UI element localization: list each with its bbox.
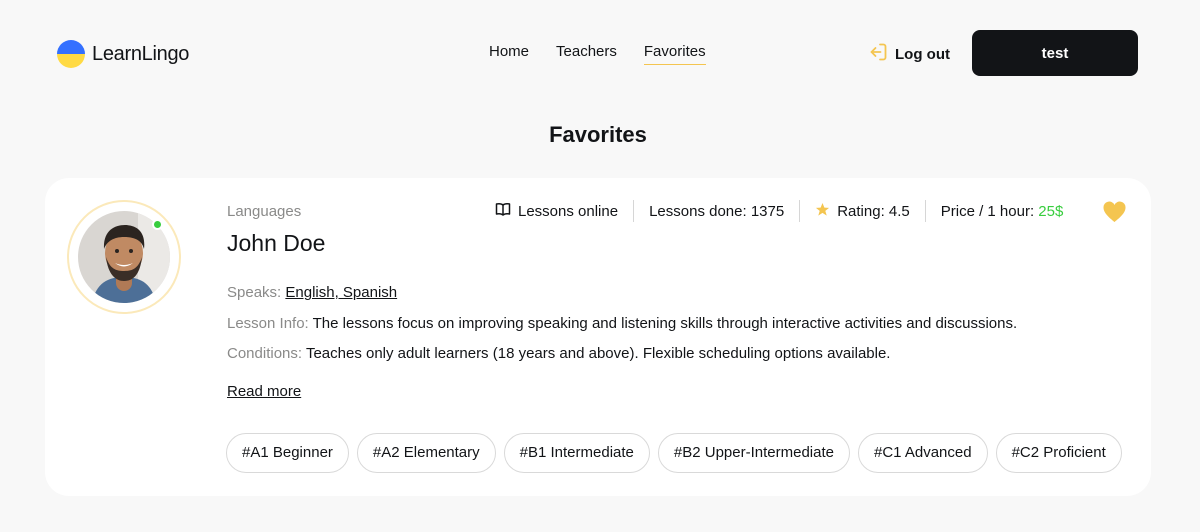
star-icon bbox=[815, 202, 830, 221]
lessons-online-text: Lessons online bbox=[518, 202, 619, 220]
logout-icon bbox=[868, 42, 888, 67]
user-button[interactable]: test bbox=[972, 30, 1138, 76]
lesson-info-label: Lesson Info: bbox=[227, 315, 313, 332]
level-tag[interactable]: #C1 Advanced bbox=[857, 433, 988, 473]
ukraine-flag-icon bbox=[57, 40, 85, 68]
price-label: Price / 1 hour: bbox=[940, 202, 1039, 220]
nav-teachers[interactable]: Teachers bbox=[556, 43, 617, 65]
level-tag[interactable]: #A1 Beginner bbox=[226, 433, 349, 473]
nav-favorites[interactable]: Favorites bbox=[643, 43, 706, 65]
logout-label: Log out bbox=[895, 46, 950, 63]
speaks-line: Speaks: English, Spanish bbox=[227, 284, 397, 301]
read-more-link[interactable]: Read more bbox=[227, 383, 301, 400]
nav-home[interactable]: Home bbox=[489, 43, 529, 65]
logout-button[interactable]: Log out bbox=[868, 42, 950, 67]
lesson-info-value: The lessons focus on improving speaking … bbox=[312, 315, 1018, 332]
logo-text: LearnLingo bbox=[92, 42, 190, 65]
price-stat: Price / 1 hour: 25$ bbox=[924, 200, 1079, 222]
teacher-name: John Doe bbox=[227, 230, 326, 256]
level-tag[interactable]: #A2 Elementary bbox=[356, 433, 496, 473]
speaks-value: English, Spanish bbox=[285, 284, 398, 301]
teacher-card: Languages John Doe Lessons online Lesson… bbox=[45, 178, 1151, 496]
main-nav: Home Teachers Favorites bbox=[489, 43, 706, 65]
rating-stat: Rating: 4.5 bbox=[799, 200, 925, 222]
conditions-label: Conditions: bbox=[227, 345, 306, 362]
page-title: Favorites bbox=[549, 122, 647, 147]
book-icon bbox=[495, 201, 511, 221]
lessons-online-stat: Lessons online bbox=[495, 200, 633, 222]
online-status-dot bbox=[152, 219, 163, 230]
favorite-heart-icon[interactable] bbox=[1102, 201, 1127, 228]
conditions-line: Conditions: Teaches only adult learners … bbox=[227, 345, 890, 362]
header: LearnLingo Home Teachers Favorites Log o… bbox=[0, 0, 1200, 106]
languages-label: Languages bbox=[227, 203, 302, 220]
price-value: 25$ bbox=[1038, 202, 1064, 220]
level-tag[interactable]: #C2 Proficient bbox=[995, 433, 1122, 473]
level-tag[interactable]: #B2 Upper-Intermediate bbox=[657, 433, 850, 473]
conditions-value: Teaches only adult learners (18 years an… bbox=[305, 345, 891, 362]
teacher-stats: Lessons online Lessons done: 1375 Rating… bbox=[495, 200, 1078, 222]
speaks-label: Speaks: bbox=[227, 284, 286, 301]
lessons-done-text: Lessons done: 1375 bbox=[649, 202, 785, 220]
lesson-info-line: Lesson Info: The lessons focus on improv… bbox=[227, 315, 1017, 332]
avatar-ring bbox=[67, 200, 181, 314]
lessons-done-stat: Lessons done: 1375 bbox=[633, 200, 799, 222]
level-tags: #A1 Beginner #A2 Elementary #B1 Intermed… bbox=[226, 433, 1122, 473]
logo[interactable]: LearnLingo bbox=[57, 40, 189, 68]
rating-text: Rating: 4.5 bbox=[837, 202, 910, 220]
level-tag[interactable]: #B1 Intermediate bbox=[503, 433, 650, 473]
